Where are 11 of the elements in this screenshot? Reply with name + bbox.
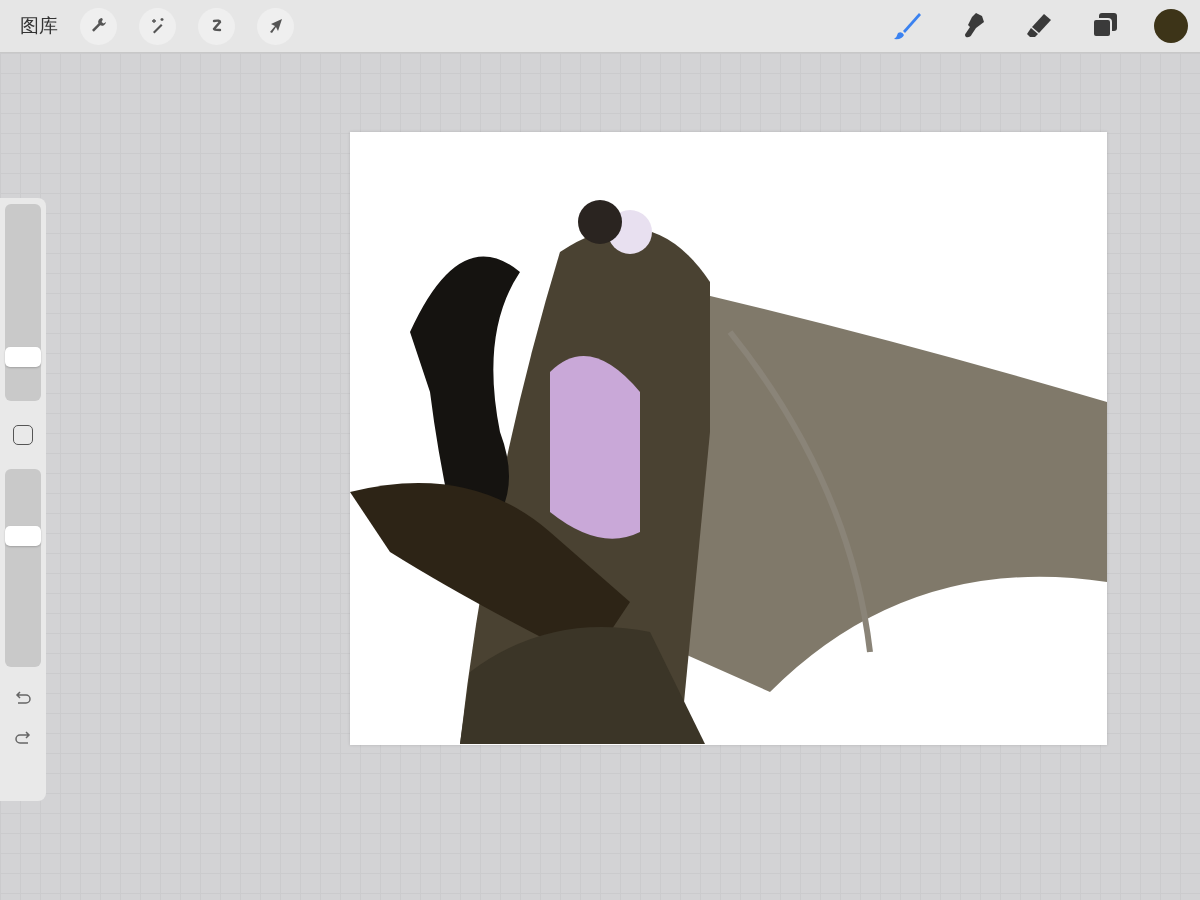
color-swatch[interactable] (1154, 9, 1188, 43)
opacity-slider[interactable] (5, 469, 41, 667)
wrench-button[interactable] (80, 7, 117, 45)
magic-wand-button[interactable] (139, 7, 176, 45)
slider-thumb[interactable] (5, 347, 41, 368)
arrow-cursor-button[interactable] (257, 7, 294, 45)
modify-button[interactable] (13, 425, 33, 445)
slider-thumb[interactable] (5, 525, 41, 546)
gallery-button[interactable]: 图库 (20, 13, 58, 39)
brush-size-slider[interactable] (5, 204, 41, 401)
selection-button[interactable] (198, 7, 235, 45)
